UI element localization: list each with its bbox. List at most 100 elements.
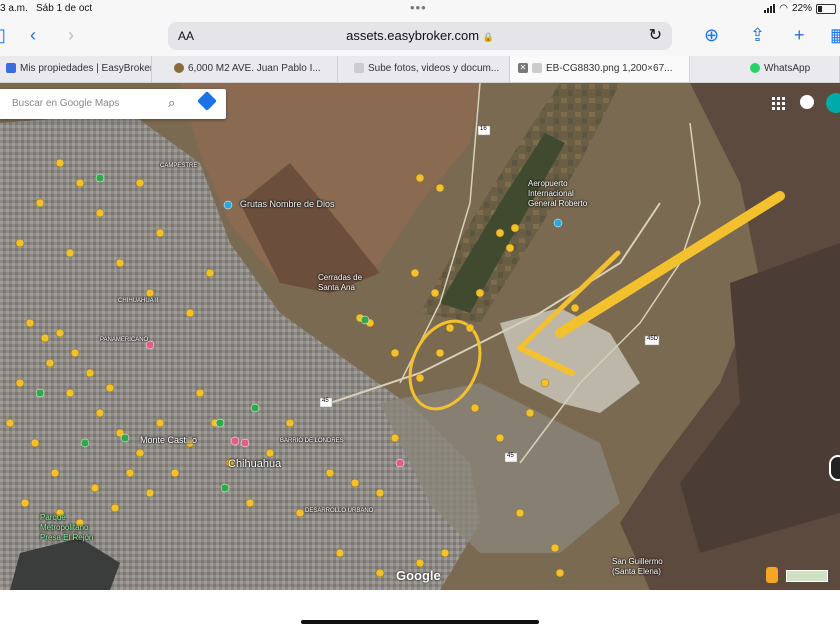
- pin: [15, 238, 25, 248]
- tab-sube-fotos[interactable]: Sube fotos, videos y docum...: [338, 56, 510, 82]
- layers-thumbnail[interactable]: [786, 570, 828, 582]
- tab-eb-cg8830[interactable]: ✕ EB-CG8830.png 1,200×67...: [510, 56, 690, 82]
- tab-mis-propiedades[interactable]: Mis propiedades | EasyBroker: [0, 56, 152, 82]
- pin: [155, 418, 165, 428]
- search-icon[interactable]: ⌕: [168, 95, 175, 111]
- status-date: Sáb 1 de oct: [36, 3, 93, 14]
- pin: [430, 288, 440, 298]
- pin: [145, 288, 155, 298]
- pin: [120, 433, 130, 443]
- forward-button-icon[interactable]: ›: [68, 24, 74, 46]
- pin: [55, 328, 65, 338]
- pin: [285, 418, 295, 428]
- status-bar: 3 a.m. Sáb 1 de oct ••• ◠ 22%: [0, 0, 840, 18]
- label-barrio: BARRIO DE LONDRES: [280, 438, 344, 444]
- pin: [570, 303, 580, 313]
- notification-icon[interactable]: [800, 95, 814, 109]
- maps-search-box[interactable]: Buscar en Google Maps ⌕: [0, 89, 226, 119]
- pin: [80, 438, 90, 448]
- pin: [295, 508, 305, 518]
- tab-juan-pablo[interactable]: 6,000 M2 AVE. Juan Pablo I...: [152, 56, 338, 82]
- battery-icon: [816, 3, 836, 14]
- bottom-area: [0, 590, 840, 630]
- pegman-icon[interactable]: [766, 567, 778, 583]
- label-campestre: CAMPESTRE: [160, 163, 198, 169]
- pin: [65, 388, 75, 398]
- tab-whatsapp[interactable]: WhatsApp: [690, 56, 840, 82]
- pin: [115, 258, 125, 268]
- pin: [470, 403, 480, 413]
- pin: [25, 318, 35, 328]
- pin: [45, 358, 55, 368]
- tab-label: 6,000 M2 AVE. Juan Pablo I...: [188, 63, 321, 74]
- pin: [495, 433, 505, 443]
- tab-label: WhatsApp: [764, 63, 811, 74]
- tab-label: Sube fotos, videos y docum...: [368, 63, 500, 74]
- wifi-icon: ◠: [779, 3, 788, 14]
- status-time: 3 a.m.: [0, 3, 28, 14]
- pin: [250, 403, 260, 413]
- pin: [95, 173, 105, 183]
- pin: [515, 508, 525, 518]
- url-text: assets.easybroker.com 🔒: [168, 28, 672, 43]
- satellite-map[interactable]: Buscar en Google Maps ⌕ Grutas Nombre de…: [0, 83, 840, 590]
- easybroker-e-favicon-icon: [354, 63, 364, 74]
- reload-icon[interactable]: ↻: [649, 25, 662, 45]
- pin: [395, 458, 405, 468]
- status-indicators: ◠ 22%: [764, 3, 836, 14]
- share-icon[interactable]: ⇪: [750, 24, 765, 46]
- url-value: assets.easybroker.com: [346, 28, 480, 43]
- signal-icon: [764, 4, 776, 13]
- pin: [375, 568, 385, 578]
- pin: [550, 543, 560, 553]
- pin: [445, 323, 455, 333]
- route-number: 45: [322, 398, 329, 404]
- label-grutas: Grutas Nombre de Dios: [240, 199, 335, 209]
- maps-search-placeholder: Buscar en Google Maps: [12, 98, 120, 109]
- back-button-icon[interactable]: ‹: [30, 24, 36, 46]
- home-indicator[interactable]: [301, 620, 539, 624]
- close-tab-icon[interactable]: ✕: [518, 63, 528, 74]
- label-panamericano: PANAMERICANO: [100, 337, 149, 343]
- download-icon[interactable]: ⊕: [704, 24, 719, 46]
- pin: [265, 448, 275, 458]
- google-apps-icon[interactable]: [772, 97, 786, 111]
- label-monte-castillo: Monte Castillo: [140, 435, 198, 445]
- pin: [510, 223, 520, 233]
- label-parque: Parque Metropolitano Presa El Rejón: [40, 513, 94, 542]
- sidebar-icon[interactable]: ▯: [0, 24, 6, 46]
- pin: [360, 315, 370, 325]
- tab-overview-icon[interactable]: ▦: [830, 24, 840, 46]
- easybroker-e-favicon-icon: [532, 63, 542, 74]
- pin: [220, 483, 230, 493]
- label-san-guillermo: San Guillermo (Santa Elena): [612, 557, 663, 576]
- new-tab-icon[interactable]: +: [794, 24, 805, 46]
- directions-icon[interactable]: [197, 91, 217, 111]
- pin: [170, 468, 180, 478]
- scroll-handle[interactable]: [829, 455, 840, 481]
- multitasking-dots-icon[interactable]: •••: [410, 0, 427, 15]
- pin: [30, 438, 40, 448]
- pin: [223, 200, 233, 210]
- route-number: 16: [480, 126, 487, 132]
- account-avatar[interactable]: [826, 93, 840, 113]
- pin: [335, 548, 345, 558]
- pin: [245, 498, 255, 508]
- pin: [65, 248, 75, 258]
- pin: [40, 333, 50, 343]
- address-bar[interactable]: AA assets.easybroker.com 🔒 ↻: [168, 22, 672, 50]
- pin: [155, 228, 165, 238]
- pin: [50, 468, 60, 478]
- pin: [95, 408, 105, 418]
- pin: [70, 348, 80, 358]
- pin: [325, 468, 335, 478]
- pin: [105, 383, 115, 393]
- pin: [540, 378, 550, 388]
- pin: [475, 288, 485, 298]
- pin: [410, 268, 420, 278]
- pin: [15, 378, 25, 388]
- pin: [435, 348, 445, 358]
- battery-percent: 22%: [791, 3, 812, 14]
- pin: [553, 218, 563, 228]
- pin: [415, 173, 425, 183]
